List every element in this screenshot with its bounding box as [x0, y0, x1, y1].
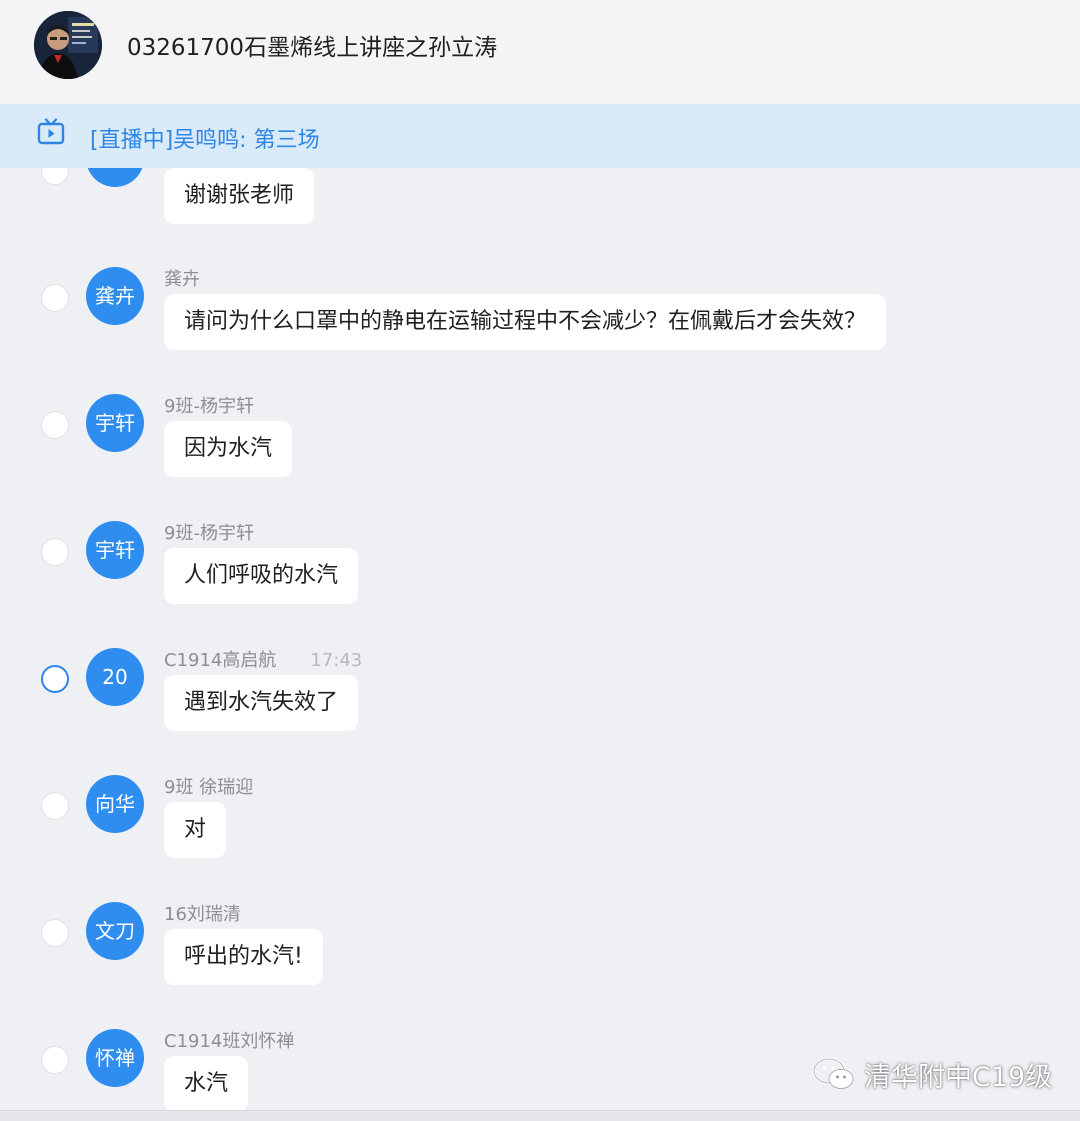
message-item: 文刀 16刘瑞清 呼出的水汽!: [0, 890, 1080, 1017]
sender-name: 9班 徐瑞迎: [164, 777, 254, 798]
group-title: 03261700石墨烯线上讲座之孙立涛: [127, 35, 498, 61]
avatar[interactable]: 20: [86, 648, 144, 706]
wechat-icon: [812, 1057, 854, 1089]
message-bubble[interactable]: 遇到水汽失效了: [164, 675, 359, 731]
select-radio[interactable]: [41, 538, 69, 566]
speaker-photo-avatar-icon: [34, 11, 102, 79]
sender-name: 16刘瑞清: [164, 904, 241, 925]
message-bubble[interactable]: 人们呼吸的水汽: [164, 548, 359, 604]
message-item: 宇轩 9班-杨宇轩 因为水汽: [0, 382, 1080, 509]
sender-name: 9班-杨宇轩: [164, 396, 254, 417]
group-avatar[interactable]: [34, 11, 102, 79]
avatar[interactable]: 龚卉: [86, 267, 144, 325]
avatar[interactable]: 怀禅: [86, 1029, 144, 1087]
avatar[interactable]: 宇轩: [86, 521, 144, 579]
message-time: 17:43: [310, 650, 363, 671]
select-radio[interactable]: [41, 919, 69, 947]
sender-name: 龚卉: [164, 269, 200, 290]
sender-name: 9班-杨宇轩: [164, 523, 254, 544]
sender-name: C1914高启航: [164, 650, 277, 671]
message-bubble[interactable]: 谢谢张老师: [164, 168, 315, 224]
message-bubble[interactable]: 因为水汽: [164, 421, 293, 477]
live-status-text[interactable]: [直播中]吴鸣鸣: 第三场: [90, 122, 320, 154]
message-item: 20 C1914高启航 17:43 遇到水汽失效了: [0, 636, 1080, 763]
message-bubble[interactable]: 水汽: [164, 1056, 249, 1110]
avatar[interactable]: 文刀: [86, 902, 144, 960]
avatar[interactable]: 宇轩: [86, 394, 144, 452]
bottom-divider: [0, 1110, 1080, 1121]
message-item: 龚卉 龚卉 请问为什么口罩中的静电在运输过程中不会减少？在佩戴后才会失效？: [0, 255, 1080, 382]
sender-name: C1914班刘怀禅: [164, 1031, 295, 1052]
message-bubble[interactable]: 呼出的水汽!: [164, 929, 323, 985]
select-radio[interactable]: [41, 665, 69, 693]
tv-icon: [37, 118, 65, 145]
message-item: 向华 9班 徐瑞迎 对: [0, 763, 1080, 890]
chat-header: 03261700石墨烯线上讲座之孙立涛: [0, 0, 1080, 104]
avatar[interactable]: 向华: [86, 775, 144, 833]
select-radio[interactable]: [41, 284, 69, 312]
sender-line: C1914高启航 17:43: [164, 646, 362, 672]
message-list[interactable]: 嘉洋 谢谢张老师 龚卉 龚卉 请问为什么口罩中的静电在运输过程中不会减少？在佩戴…: [0, 168, 1080, 1110]
avatar[interactable]: 嘉洋: [86, 168, 144, 187]
watermark-text: 清华附中C19级: [864, 1062, 1053, 1093]
message-bubble[interactable]: 请问为什么口罩中的静电在运输过程中不会减少？在佩戴后才会失效？: [164, 294, 887, 350]
message-bubble[interactable]: 对: [164, 802, 227, 858]
message-item: 宇轩 9班-杨宇轩 人们呼吸的水汽: [0, 509, 1080, 636]
select-radio[interactable]: [41, 168, 69, 185]
select-radio[interactable]: [41, 1046, 69, 1074]
select-radio[interactable]: [41, 792, 69, 820]
select-radio[interactable]: [41, 411, 69, 439]
